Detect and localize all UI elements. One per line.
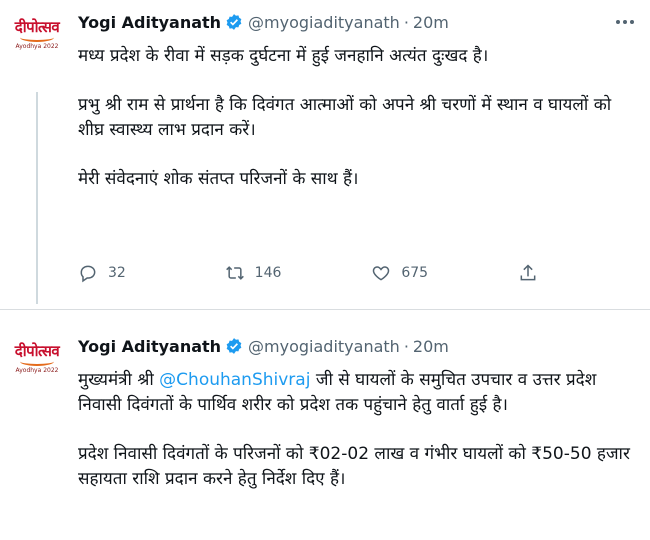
mention-link[interactable]: @ChouhanShivraj (159, 370, 310, 390)
more-icon[interactable] (612, 12, 638, 32)
like-button[interactable]: 675 (371, 263, 518, 283)
tweet-paragraph: प्रभु श्री राम से प्रार्थना है कि दिवंगत… (78, 95, 612, 140)
reply-icon (80, 265, 96, 283)
avatar-logo-subtext: Ayodhya 2022 (15, 367, 59, 374)
tweet-header: Yogi Adityanath @myogiadityanath · 20m (78, 10, 449, 34)
avatar-logo-arc (20, 357, 54, 366)
tweet[interactable]: दीपोत्सव Ayodhya 2022 Yogi Adityanath @m… (0, 0, 650, 304)
thread-line (36, 92, 38, 304)
author-name[interactable]: Yogi Adityanath (78, 337, 221, 356)
author-handle[interactable]: @myogiadityanath (248, 13, 400, 32)
reply-button[interactable]: 32 (78, 263, 225, 283)
author-name[interactable]: Yogi Adityanath (78, 13, 221, 32)
tweet-paragraph: प्रदेश निवासी दिवंगतों के परिजनों को ₹02… (78, 444, 630, 489)
text-segment: मुख्यमंत्री श्री (78, 370, 160, 390)
tweet-paragraph: मध्य प्रदेश के रीवा में सड़क दुर्घटना मे… (78, 46, 489, 66)
avatar[interactable]: दीपोत्सव Ayodhya 2022 (12, 10, 62, 60)
verified-badge-icon (226, 338, 242, 354)
tweet-paragraph: मुख्यमंत्री श्री @ChouhanShivraj जी से घ… (78, 368, 638, 418)
tweet-time[interactable]: 20m (413, 337, 449, 356)
retweet-count: 146 (254, 265, 282, 281)
share-button[interactable] (518, 263, 548, 283)
separator-dot: · (403, 336, 409, 356)
retweet-button[interactable]: 146 (225, 263, 372, 283)
tweet-actions: 32 146 675 (78, 258, 548, 288)
tweet-header: Yogi Adityanath @myogiadityanath · 20m (78, 334, 449, 358)
author-handle[interactable]: @myogiadityanath (248, 337, 400, 356)
verified-badge-icon (226, 14, 242, 30)
retweet-icon (225, 266, 244, 280)
separator-dot: · (403, 12, 409, 32)
like-count: 675 (401, 265, 429, 281)
tweet-time[interactable]: 20m (413, 13, 449, 32)
reply-count: 32 (108, 265, 126, 281)
like-icon (373, 266, 390, 281)
tweet-divider (0, 309, 650, 310)
share-icon (520, 264, 536, 281)
tweet-paragraph: मेरी संवेदनाएं शोक संतप्त परिजनों के साथ… (78, 169, 359, 189)
avatar-logo-subtext: Ayodhya 2022 (15, 43, 59, 50)
avatar-logo-arc (20, 33, 54, 42)
tweet[interactable]: दीपोत्सव Ayodhya 2022 Yogi Adityanath @m… (0, 318, 650, 540)
tweet-text: मुख्यमंत्री श्री @ChouhanShivraj जी से घ… (78, 368, 638, 516)
tweet-text: मध्य प्रदेश के रीवा में सड़क दुर्घटना मे… (78, 44, 638, 216)
avatar[interactable]: दीपोत्सव Ayodhya 2022 (12, 334, 62, 384)
